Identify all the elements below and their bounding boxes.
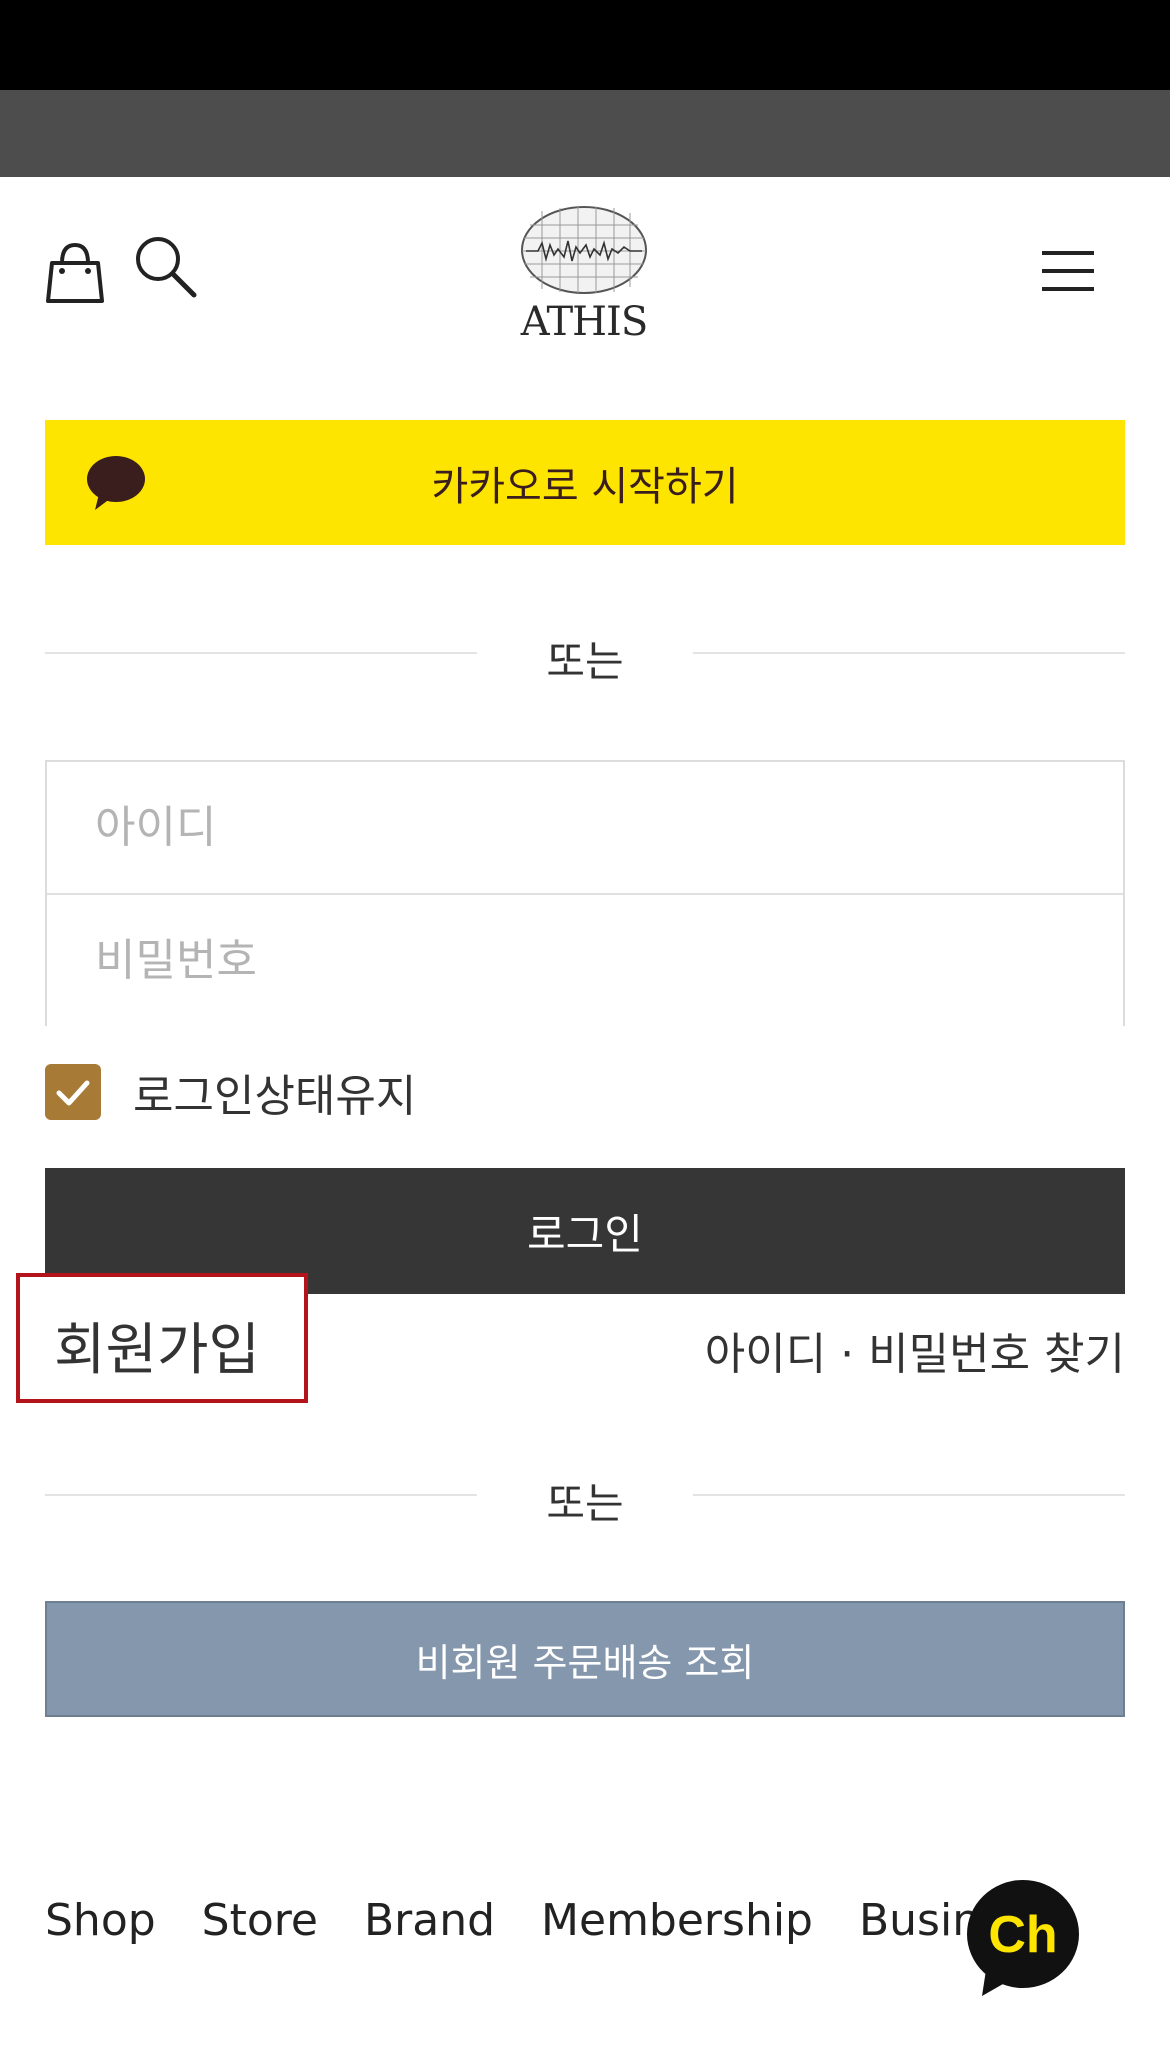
divider-text: 또는 bbox=[546, 637, 624, 686]
id-input[interactable] bbox=[47, 762, 1123, 893]
guest-order-lookup-button[interactable]: 비회원 주문배송 조회 bbox=[45, 1601, 1125, 1717]
top-banner-bar bbox=[0, 90, 1170, 177]
kakao-login-label: 카카오로 시작하기 bbox=[431, 463, 739, 510]
divider-line bbox=[45, 652, 477, 654]
signup-link[interactable]: 회원가입 bbox=[16, 1273, 308, 1403]
speech-bubble-icon bbox=[87, 456, 145, 510]
kakao-channel-icon: Ch bbox=[967, 1880, 1079, 1996]
login-input-group bbox=[45, 760, 1125, 1026]
password-input[interactable] bbox=[47, 895, 1123, 1026]
keep-login-checkbox[interactable] bbox=[45, 1064, 101, 1120]
footer-nav: Shop Store Brand Membership Business bbox=[45, 1895, 1099, 1946]
divider-line bbox=[693, 652, 1125, 654]
status-bar bbox=[0, 0, 1170, 90]
athis-logo[interactable]: ATHIS bbox=[514, 205, 654, 355]
footer-nav-store[interactable]: Store bbox=[202, 1895, 318, 1946]
or-divider: 또는 bbox=[45, 1464, 1125, 1528]
footer-nav-membership[interactable]: Membership bbox=[541, 1895, 813, 1946]
checkmark-icon bbox=[56, 1080, 90, 1106]
keep-login-label: 로그인상태유지 bbox=[133, 1071, 417, 1122]
divider-line bbox=[693, 1494, 1125, 1496]
footer-nav-shop[interactable]: Shop bbox=[45, 1895, 156, 1946]
shopping-bag-icon[interactable] bbox=[44, 239, 106, 305]
hamburger-menu-icon[interactable] bbox=[1040, 249, 1096, 293]
logo-text: ATHIS bbox=[520, 299, 648, 345]
divider-line bbox=[45, 1494, 477, 1496]
keep-login-toggle[interactable]: 로그인상태유지 bbox=[45, 1062, 416, 1122]
or-divider: 또는 bbox=[45, 622, 1125, 686]
logo-emblem-icon bbox=[521, 206, 647, 294]
channel-label: Ch bbox=[988, 1906, 1057, 1964]
divider-text: 또는 bbox=[546, 1479, 624, 1528]
kakao-channel-button[interactable]: Ch bbox=[964, 1878, 1082, 2000]
find-id-password-link[interactable]: 아이디 · 비밀번호 찾기 bbox=[705, 1318, 1125, 1382]
footer-nav-brand[interactable]: Brand bbox=[364, 1895, 495, 1946]
kakao-login-button[interactable]: 카카오로 시작하기 bbox=[45, 420, 1125, 545]
header: ATHIS bbox=[0, 177, 1170, 377]
search-icon[interactable] bbox=[132, 233, 198, 299]
